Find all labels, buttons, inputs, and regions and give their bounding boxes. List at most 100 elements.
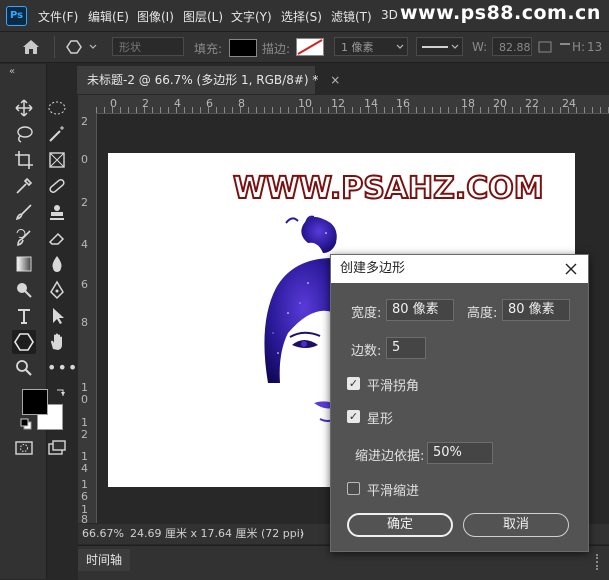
dodge-tool-icon[interactable] xyxy=(14,280,34,300)
smooth-indent-checkbox[interactable] xyxy=(347,482,360,495)
lasso-tool-icon[interactable] xyxy=(14,124,34,144)
divider xyxy=(54,36,55,58)
status-menu-arrow-icon[interactable]: › xyxy=(300,524,304,544)
crop-tool-icon[interactable] xyxy=(14,150,34,170)
close-icon[interactable] xyxy=(565,263,577,275)
document-tab-bar: 未标题-2 @ 66.7% (多边形 1, RGB/8#) * × xyxy=(47,64,609,94)
marquee-tool-icon[interactable] xyxy=(47,98,67,118)
screen-mode-icon[interactable] xyxy=(47,438,67,458)
frame-tool-icon[interactable] xyxy=(47,150,67,170)
height-label: H: xyxy=(572,40,586,54)
smooth-indent-label: 平滑缩进 xyxy=(367,484,420,499)
watermark-text: www.ps88.com.cn xyxy=(400,2,601,24)
chevron-down-icon[interactable] xyxy=(89,44,97,50)
menu-type[interactable]: 文字(Y) xyxy=(231,8,272,25)
dialog-title-bar: 创建多边形 xyxy=(331,255,588,283)
ruler-tick-label: 0 xyxy=(81,153,88,166)
ruler-tick-label: 8 xyxy=(81,316,88,329)
zoom-level[interactable]: 66.67% xyxy=(82,524,124,544)
home-icon[interactable] xyxy=(22,39,40,55)
menu-layer[interactable]: 图层(L) xyxy=(183,8,223,25)
top-ruler: 0 2 4 6 8 10 12 14 16 18 20 22 24 xyxy=(78,95,609,114)
polygon-icon xyxy=(14,333,34,351)
healing-brush-icon[interactable] xyxy=(47,176,67,196)
sides-field[interactable]: 5 xyxy=(386,337,426,359)
width-field[interactable]: 80 像素 xyxy=(386,299,454,321)
ruler-tick-label: 4 xyxy=(81,462,88,475)
menu-3d[interactable]: 3D xyxy=(381,8,398,22)
star-checkbox[interactable]: ✓ xyxy=(347,410,360,423)
dialog-title: 创建多边形 xyxy=(340,261,406,276)
magic-wand-icon[interactable] xyxy=(47,124,67,144)
ruler-ticks xyxy=(96,107,609,113)
polygon-tool-button[interactable] xyxy=(12,330,36,354)
tools-panel: « ••• xyxy=(0,64,77,579)
hand-tool-icon[interactable] xyxy=(47,332,67,352)
photoshop-logo: Ps xyxy=(6,6,27,26)
cancel-button[interactable]: 取消 xyxy=(463,513,569,537)
swap-colors-icon[interactable] xyxy=(55,386,67,398)
smooth-corners-label: 平滑拐角 xyxy=(367,379,420,394)
zoom-tool-icon[interactable] xyxy=(14,358,34,378)
gradient-tool-icon[interactable] xyxy=(14,254,34,274)
width-input[interactable]: 82.88 xyxy=(492,37,532,56)
stroke-none-swatch[interactable] xyxy=(296,38,324,56)
menu-bar: Ps 文件(F) 编辑(E) 图像(I) 图层(L) 文字(Y) 选择(S) 滤… xyxy=(0,0,609,32)
document-info: 24.69 厘米 x 17.64 厘米 (72 ppi) xyxy=(130,527,305,540)
dash-icon xyxy=(560,43,570,45)
ruler-tick-label: 2 xyxy=(81,196,88,209)
eyedropper-icon[interactable] xyxy=(14,176,34,196)
width-label: 宽度: xyxy=(351,306,382,321)
height-field[interactable]: 80 像素 xyxy=(502,299,570,321)
link-icon[interactable] xyxy=(538,41,552,53)
height-input[interactable]: 13 xyxy=(587,40,602,54)
fill-swatch[interactable] xyxy=(229,39,257,57)
document-tab-title: 未标题-2 @ 66.7% (多边形 1, RGB/8#) * xyxy=(87,73,319,87)
mode-select[interactable]: 形状 xyxy=(112,37,184,56)
collapse-icon[interactable]: « xyxy=(9,66,15,77)
indent-label: 缩进边依据: xyxy=(355,449,425,464)
eraser-icon[interactable] xyxy=(47,228,67,248)
star-label: 星形 xyxy=(367,412,394,427)
ok-button[interactable]: 确定 xyxy=(347,513,453,537)
stamp-tool-icon[interactable] xyxy=(47,202,67,222)
ruler-tick-label: 2 xyxy=(81,115,88,128)
menu-filter[interactable]: 滤镜(T) xyxy=(331,8,372,25)
type-tool-icon[interactable] xyxy=(14,306,34,326)
sides-label: 边数: xyxy=(351,344,382,359)
canvas-headline-text: WWW.PSAHZ.COM xyxy=(232,170,545,207)
brush-tool-icon[interactable] xyxy=(14,202,34,222)
blur-tool-icon[interactable] xyxy=(47,254,67,274)
menu-image[interactable]: 图像(I) xyxy=(137,8,174,25)
menu-select[interactable]: 选择(S) xyxy=(281,8,322,25)
move-tool-icon[interactable] xyxy=(14,98,34,118)
height-label: 高度: xyxy=(467,306,498,321)
fill-label: 填充: xyxy=(194,42,223,56)
timeline-tab[interactable]: 时间轴 xyxy=(78,549,131,571)
path-selection-icon[interactable] xyxy=(47,306,67,326)
quick-mask-icon[interactable] xyxy=(14,438,34,458)
history-brush-icon[interactable] xyxy=(14,228,34,248)
ruler-tick-label: 4 xyxy=(81,238,88,251)
document-tab[interactable]: 未标题-2 @ 66.7% (多边形 1, RGB/8#) * × xyxy=(77,66,340,94)
width-label: W: xyxy=(472,40,488,54)
left-ruler: 2 0 2 4 6 8 1 0 1 2 1 4 1 6 1 8 xyxy=(78,113,97,526)
default-colors-icon[interactable] xyxy=(20,418,32,430)
polygon-tool-icon[interactable] xyxy=(66,39,82,55)
ruler-tick-label: 6 xyxy=(81,490,88,503)
options-bar: 形状 填充: 描边: 1 像素 W: 82.88 H: 13 xyxy=(0,32,609,63)
indent-field[interactable]: 50% xyxy=(427,442,493,464)
pen-tool-icon[interactable] xyxy=(47,280,67,300)
chevron-down-icon[interactable] xyxy=(451,44,459,50)
stroke-label: 描边: xyxy=(262,42,291,56)
menu-grip-icon[interactable] xyxy=(596,554,602,570)
more-tools-icon[interactable]: ••• xyxy=(47,358,77,378)
close-tab-icon[interactable]: × xyxy=(330,73,340,87)
menu-file[interactable]: 文件(F) xyxy=(38,8,78,25)
chevron-down-icon[interactable] xyxy=(396,44,404,50)
foreground-color-swatch[interactable] xyxy=(22,389,48,415)
ruler-tick-label: 0 xyxy=(81,393,88,406)
menu-edit[interactable]: 编辑(E) xyxy=(88,8,129,25)
create-polygon-dialog: 创建多边形 宽度: 80 像素 高度: 80 像素 边数: 5 ✓ 平滑拐角 ✓… xyxy=(330,254,589,552)
smooth-corners-checkbox[interactable]: ✓ xyxy=(347,377,360,390)
